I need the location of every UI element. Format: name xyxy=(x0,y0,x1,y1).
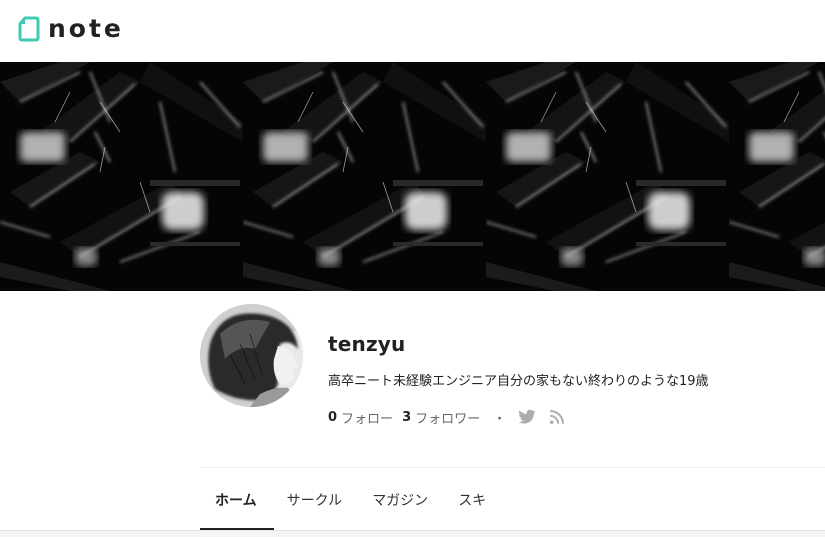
twitter-icon[interactable] xyxy=(518,408,536,426)
profile-stats: 0 フォロー 3 フォロワー ・ xyxy=(328,408,578,427)
site-header: note xyxy=(0,0,825,62)
followers-link[interactable]: 3 フォロワー xyxy=(402,408,489,427)
followers-count: 3 xyxy=(402,409,412,425)
rss-icon[interactable] xyxy=(548,408,566,426)
following-count: 0 xyxy=(328,409,338,425)
profile-bio: 高卒ニート未経験エンジニア自分の家もない終わりのような19歳 xyxy=(328,374,709,389)
tab-magazine[interactable]: マガジン xyxy=(357,490,443,530)
following-link[interactable]: 0 フォロー xyxy=(328,408,402,427)
tab-likes[interactable]: スキ xyxy=(443,490,501,530)
logo-text: note xyxy=(48,14,124,43)
content-area-top xyxy=(0,531,825,537)
profile-username: tenzyu xyxy=(328,332,406,356)
avatar[interactable] xyxy=(200,304,303,407)
profile-banner xyxy=(0,62,825,291)
following-label: フォロー xyxy=(341,411,394,427)
note-logo-icon xyxy=(18,16,40,42)
note-logo[interactable]: note xyxy=(18,16,124,42)
banner-image xyxy=(0,62,825,291)
tab-home[interactable]: ホーム xyxy=(200,490,272,530)
tab-circle[interactable]: サークル xyxy=(272,490,358,530)
avatar-image xyxy=(200,304,303,407)
stats-separator: ・ xyxy=(493,411,507,427)
profile-divider xyxy=(200,467,825,468)
profile-tabs: ホーム サークル マガジン スキ xyxy=(200,490,501,530)
followers-label: フォロワー xyxy=(415,411,481,427)
